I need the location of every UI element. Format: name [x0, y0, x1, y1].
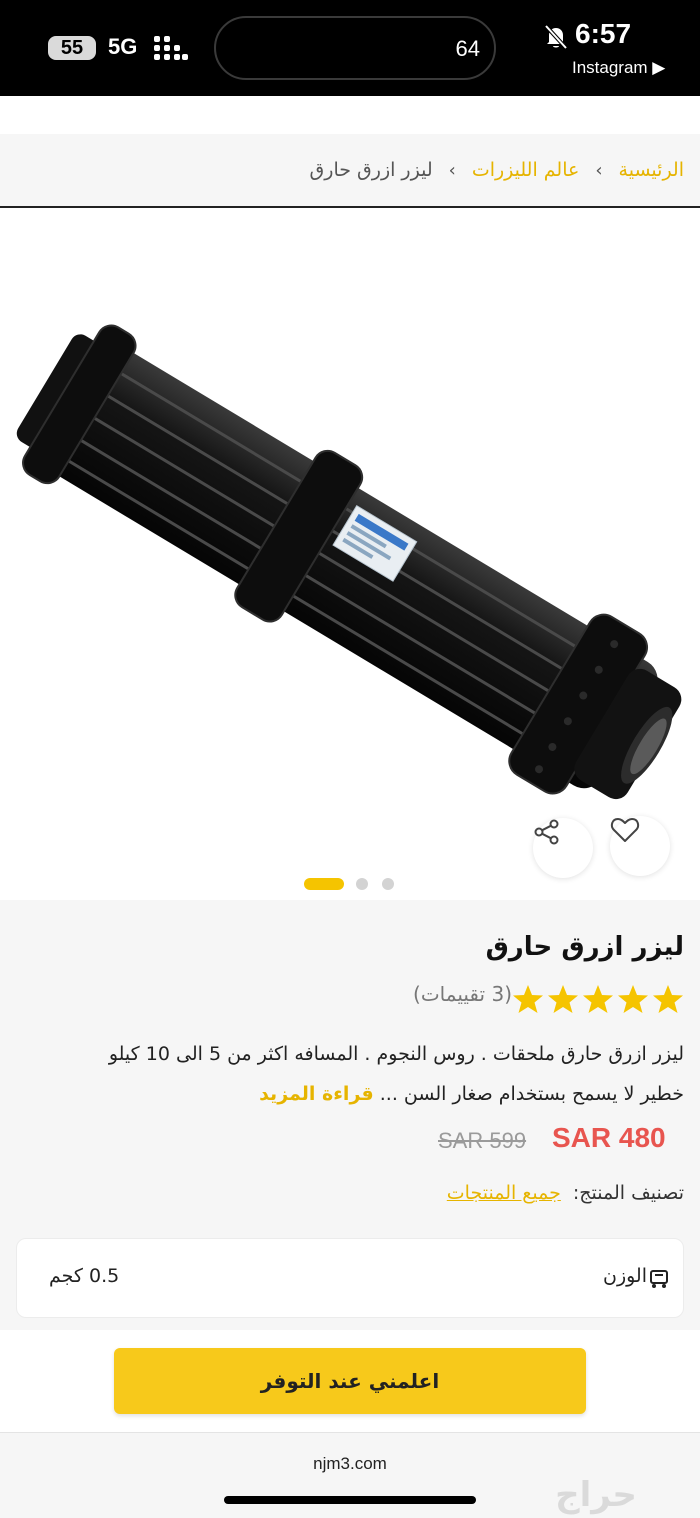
- breadcrumb-separator: ›: [595, 159, 603, 181]
- star-icon: [618, 985, 648, 1013]
- breadcrumb-home[interactable]: الرئيسية: [619, 159, 684, 181]
- carousel-dot-active[interactable]: [304, 878, 344, 890]
- weight-label: الوزن: [602, 1265, 647, 1287]
- home-indicator[interactable]: [224, 1496, 476, 1504]
- clock: 6:57: [575, 18, 632, 49]
- share-button[interactable]: [533, 818, 593, 878]
- ratings-count[interactable]: (3 تقييمات): [413, 982, 512, 1006]
- category-label: تصنيف المنتج:: [572, 1182, 684, 1204]
- product-category: تصنيف المنتج: جميع المنتجات: [447, 1182, 684, 1204]
- carousel-dot[interactable]: [382, 878, 394, 890]
- weight-card: الوزن 0.5 كجم: [16, 1238, 684, 1318]
- signal-icon: [154, 36, 188, 60]
- network-type: 5G: [108, 34, 138, 59]
- notify-when-available-button[interactable]: اعلمني عند التوفر: [114, 1348, 586, 1414]
- favorite-button[interactable]: [610, 816, 670, 876]
- status-bar: 55 5G 64 6:57 Instagram ▶: [0, 0, 700, 96]
- watermark-text: حراج: [555, 1475, 637, 1515]
- star-icon: [653, 985, 683, 1013]
- old-price: SAR 599: [438, 1128, 527, 1153]
- product-gallery[interactable]: [0, 208, 700, 900]
- carousel-dot[interactable]: [356, 878, 368, 890]
- breadcrumb-current: ليزر ازرق حارق: [309, 159, 433, 181]
- share-icon: [534, 819, 559, 845]
- bell-muted-icon: [544, 24, 568, 50]
- star-icon: [513, 985, 543, 1013]
- haraj-watermark: حراج: [555, 1475, 637, 1515]
- dynamic-island: 64: [214, 16, 496, 80]
- weight-value: 0.5 كجم: [49, 1265, 120, 1287]
- island-counter: 64: [455, 36, 480, 61]
- scale-icon: [650, 1270, 668, 1288]
- read-more-link[interactable]: قراءة المزيد: [259, 1083, 374, 1105]
- product-description: ليزر ازرق حارق ملحقات . روس النجوم . الم…: [12, 1034, 684, 1114]
- breadcrumb-separator: ›: [448, 159, 456, 181]
- battery-indicator: 55: [48, 36, 96, 60]
- star-icon: [548, 985, 578, 1013]
- category-link[interactable]: جميع المنتجات: [447, 1182, 561, 1204]
- star-icon: [583, 985, 613, 1013]
- breadcrumb: الرئيسية › عالم الليزرات › ليزر ازرق حار…: [0, 134, 700, 208]
- heart-icon: [610, 818, 640, 842]
- description-line: ليزر ازرق حارق ملحقات . روس النجوم . الم…: [108, 1043, 684, 1065]
- back-to-app-link[interactable]: Instagram ▶: [572, 58, 665, 78]
- current-price: SAR 480: [552, 1122, 666, 1153]
- product-title: ليزر ازرق حارق: [485, 932, 684, 962]
- breadcrumb-category[interactable]: عالم الليزرات: [472, 159, 580, 181]
- description-line: خطير لا يسمح بستخدام صغار السن ...: [379, 1083, 684, 1105]
- description-line-2: خطير لا يسمح بستخدام صغار السن ... قراءة…: [12, 1074, 684, 1114]
- product-image: [16, 324, 682, 800]
- rating-stars: [512, 984, 684, 1014]
